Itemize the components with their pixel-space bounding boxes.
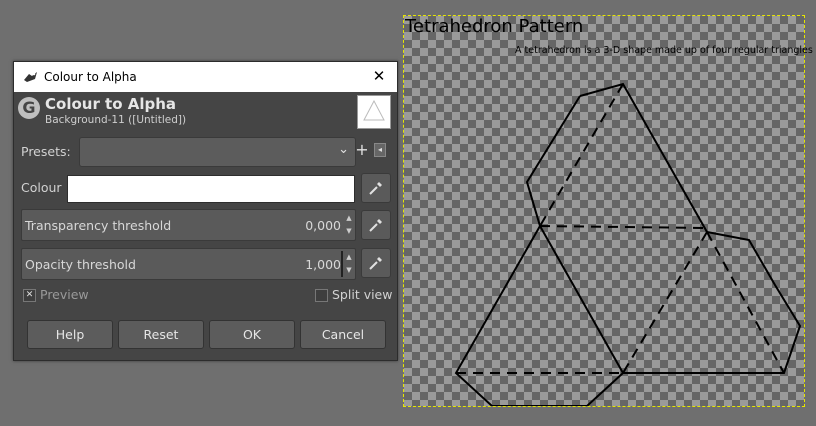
colour-picker-button[interactable]	[361, 173, 391, 203]
eyedropper-icon	[369, 257, 382, 270]
close-icon[interactable]: ✕	[369, 66, 389, 86]
image-canvas[interactable]: Tetrahedron Pattern A tetrahedron is a 3…	[403, 15, 813, 407]
add-preset-icon[interactable]: +	[354, 141, 370, 159]
preview-checkbox[interactable]: ✕	[23, 289, 36, 302]
gimp-logo-icon: G	[18, 97, 40, 119]
dialog-titlebar[interactable]: Colour to Alpha ✕	[14, 62, 397, 92]
opacity-threshold-value[interactable]: 1,000	[305, 257, 341, 272]
colour-label: Colour	[21, 180, 62, 195]
header-title: Colour to Alpha	[45, 95, 177, 113]
net-fold-line	[539, 83, 624, 227]
ok-button[interactable]: OK	[209, 320, 295, 349]
net-edge	[454, 95, 802, 406]
header-subtitle: Background-11 ([Untitled])	[45, 114, 187, 126]
dialog-header: G Colour to Alpha Background-11 ([Untitl…	[14, 92, 397, 132]
opacity-threshold-slider[interactable]: Opacity threshold 1,000 ▲ ▼	[21, 248, 356, 280]
net-fold-line	[706, 231, 785, 374]
net-edge	[579, 82, 708, 233]
eyedropper-icon	[369, 219, 382, 232]
transparency-threshold-value[interactable]: 0,000	[305, 218, 341, 233]
colour-to-alpha-dialog: Colour to Alpha ✕ G Colour to Alpha Back…	[13, 61, 398, 361]
net-fold-line	[622, 231, 708, 374]
opacity-spin-arrows[interactable]: ▲ ▼	[344, 251, 354, 277]
layer-thumbnail	[357, 95, 391, 129]
help-button[interactable]: Help	[27, 320, 113, 349]
colour-swatch-button[interactable]	[67, 175, 355, 203]
preview-label: Preview	[40, 287, 89, 302]
transparency-picker-button[interactable]	[361, 210, 391, 240]
transparency-threshold-label: Transparency threshold	[25, 218, 172, 233]
gimp-app-icon	[24, 72, 37, 82]
presets-dropdown[interactable]: ⌄	[79, 137, 356, 167]
transparency-spin-arrows[interactable]: ▲ ▼	[344, 212, 354, 238]
net-fold-line	[539, 225, 708, 229]
tetrahedron-net-drawing	[454, 82, 802, 406]
chevron-down-icon: ⌄	[338, 142, 349, 157]
opacity-picker-button[interactable]	[361, 248, 391, 278]
cancel-button[interactable]: Cancel	[300, 320, 386, 349]
dialog-window-title: Colour to Alpha	[44, 70, 137, 84]
net-edge	[539, 225, 624, 374]
split-view-label: Split view	[332, 287, 393, 302]
transparency-threshold-slider[interactable]: Transparency threshold 0,000 ▲ ▼	[21, 209, 356, 241]
opacity-threshold-label: Opacity threshold	[25, 257, 136, 272]
eyedropper-icon	[369, 182, 382, 195]
presets-label: Presets:	[21, 144, 71, 159]
opacity-slider-handle[interactable]	[341, 251, 343, 277]
reset-button[interactable]: Reset	[118, 320, 204, 349]
preset-menu-icon[interactable]: ◂	[374, 143, 386, 157]
split-view-checkbox[interactable]	[315, 289, 328, 302]
